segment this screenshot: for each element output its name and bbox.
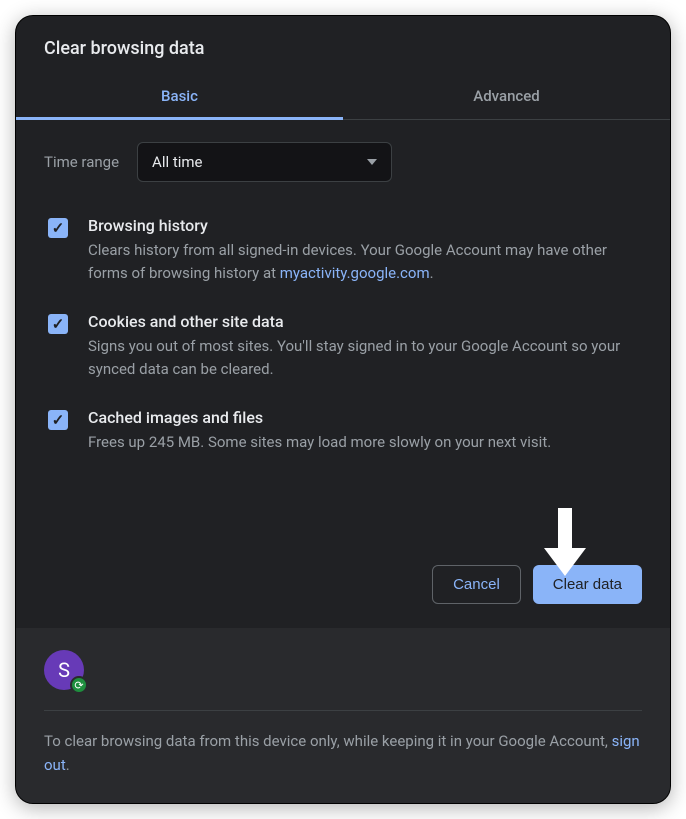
cancel-button[interactable]: Cancel (432, 565, 521, 604)
time-range-value: All time (152, 153, 202, 171)
check-icon: ✓ (52, 221, 65, 236)
checkbox-browsing-history[interactable]: ✓ (48, 218, 68, 238)
option-title: Browsing history (88, 216, 638, 235)
dialog-footer: S ⟳ To clear browsing data from this dev… (16, 628, 670, 803)
options-list: ✓ Browsing history Clears history from a… (16, 192, 670, 468)
time-range-label: Time range (44, 153, 119, 171)
chevron-down-icon (367, 159, 377, 165)
time-range-row: Time range All time (16, 120, 670, 192)
tabs: Basic Advanced (16, 73, 670, 120)
time-range-select[interactable]: All time (137, 142, 392, 182)
check-icon: ✓ (52, 413, 65, 428)
checkbox-cached[interactable]: ✓ (48, 410, 68, 430)
sync-badge-icon: ⟳ (70, 676, 88, 694)
dialog-title: Clear browsing data (16, 16, 670, 73)
option-desc: Clears history from all signed-in device… (88, 239, 638, 284)
tab-basic[interactable]: Basic (16, 73, 343, 119)
option-browsing-history: ✓ Browsing history Clears history from a… (44, 202, 642, 298)
tab-advanced[interactable]: Advanced (343, 73, 670, 119)
clear-data-button[interactable]: Clear data (533, 565, 642, 604)
checkbox-cookies[interactable]: ✓ (48, 314, 68, 334)
myactivity-link[interactable]: myactivity.google.com (280, 264, 430, 282)
option-desc: Signs you out of most sites. You'll stay… (88, 335, 638, 380)
option-desc: Frees up 245 MB. Some sites may load mor… (88, 431, 638, 454)
footer-text: To clear browsing data from this device … (44, 729, 642, 777)
avatar-letter: S (58, 658, 70, 682)
option-title: Cached images and files (88, 408, 638, 427)
check-icon: ✓ (52, 317, 65, 332)
option-cookies: ✓ Cookies and other site data Signs you … (44, 298, 642, 394)
divider (44, 710, 642, 711)
clear-browsing-data-dialog: Clear browsing data Basic Advanced Time … (15, 15, 671, 804)
avatar-row: S ⟳ (44, 650, 642, 690)
option-cached: ✓ Cached images and files Frees up 245 M… (44, 394, 642, 468)
avatar[interactable]: S ⟳ (44, 650, 84, 690)
dialog-buttons: Cancel Clear data (16, 537, 670, 628)
option-title: Cookies and other site data (88, 312, 638, 331)
